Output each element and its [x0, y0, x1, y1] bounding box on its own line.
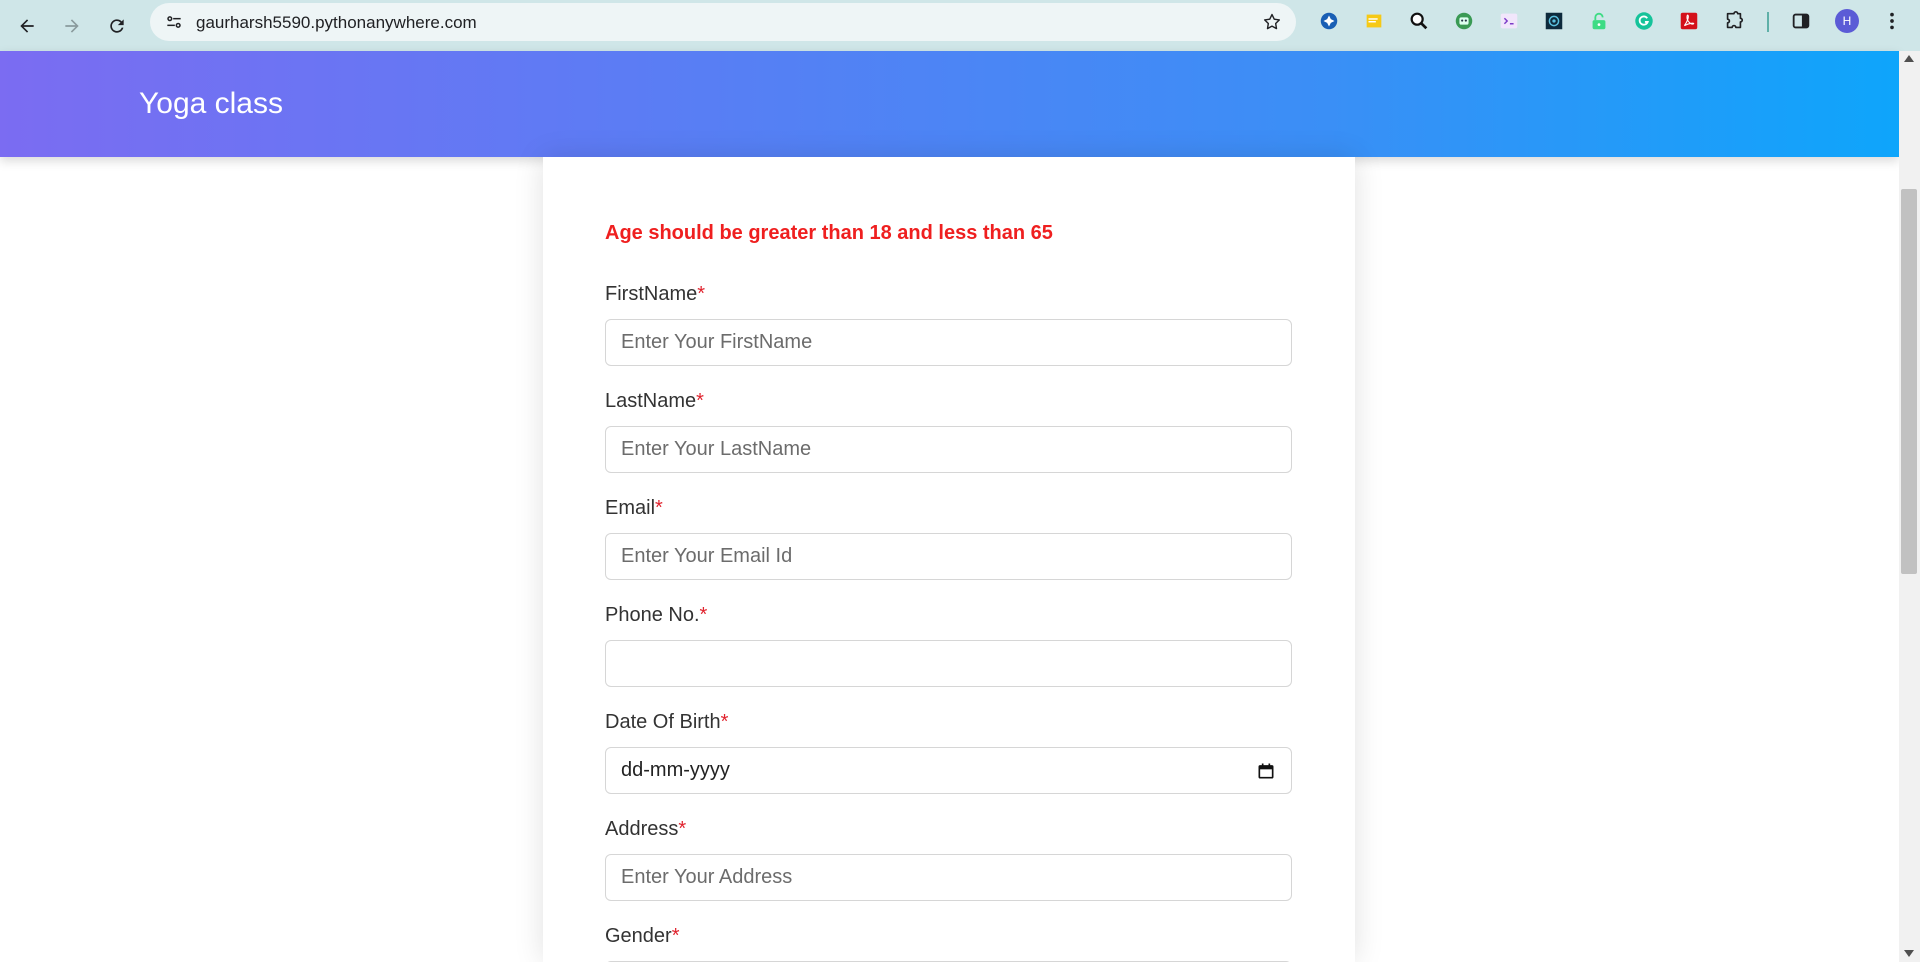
lock-icon[interactable]: [1587, 9, 1611, 33]
bookmark-star-icon[interactable]: [1262, 12, 1282, 32]
required-mark: *: [655, 497, 663, 519]
error-message: Age should be greater than 18 and less t…: [605, 222, 1053, 244]
phone-label-text: Phone No.: [605, 604, 700, 626]
sketch-icon[interactable]: [1497, 9, 1521, 33]
registration-form-card: Age should be greater than 18 and less t…: [543, 157, 1355, 962]
sticky-note-icon[interactable]: [1362, 9, 1386, 33]
address-bar[interactable]: gaurharsh5590.pythonanywhere.com: [150, 3, 1296, 41]
dob-value: dd-mm-yyyy: [621, 759, 730, 781]
reload-icon: [110, 19, 124, 33]
browser-toolbar: gaurharsh5590.pythonanywhere.com H: [0, 0, 1920, 51]
required-mark: *: [696, 390, 704, 412]
scanner-icon[interactable]: [1542, 9, 1566, 33]
menu-dots-icon[interactable]: [1880, 9, 1904, 33]
robot-icon[interactable]: [1452, 9, 1476, 33]
gender-label: Gender*: [605, 925, 680, 948]
firstname-label: FirstName*: [605, 283, 705, 306]
site-info-icon[interactable]: [162, 10, 186, 34]
address-input[interactable]: [605, 854, 1292, 901]
firstname-label-text: FirstName: [605, 283, 698, 305]
required-mark: *: [678, 818, 687, 840]
calendar-icon[interactable]: [1256, 761, 1276, 781]
lastname-label: LastName*: [605, 390, 704, 413]
back-button[interactable]: [9, 8, 45, 44]
email-label-text: Email: [605, 497, 656, 519]
email-input[interactable]: [605, 533, 1292, 580]
required-mark: *: [720, 711, 729, 733]
required-mark: *: [697, 283, 706, 305]
lastname-input[interactable]: [605, 426, 1292, 473]
firstname-input[interactable]: [605, 319, 1292, 366]
dob-input[interactable]: dd-mm-yyyy: [605, 747, 1292, 794]
toolbar-separator: [1767, 12, 1769, 32]
dob-label: Date Of Birth*: [605, 711, 728, 734]
extension-icon-1[interactable]: [1317, 9, 1341, 33]
magnifier-icon[interactable]: [1407, 9, 1431, 33]
site-header: Yoga class: [0, 51, 1899, 157]
required-mark: *: [699, 604, 708, 626]
dob-label-text: Date Of Birth: [605, 711, 721, 733]
scroll-up-arrow-icon[interactable]: [1904, 55, 1914, 62]
phone-label: Phone No.*: [605, 604, 707, 627]
reload-button[interactable]: [99, 8, 135, 44]
lastname-label-text: LastName: [605, 390, 697, 412]
required-mark: *: [671, 925, 680, 947]
site-title[interactable]: Yoga class: [139, 87, 283, 121]
forward-arrow-icon: [65, 19, 79, 33]
back-arrow-icon: [20, 19, 34, 33]
email-label: Email*: [605, 497, 663, 520]
page-scrollbar[interactable]: [1899, 51, 1920, 962]
grammarly-icon[interactable]: [1632, 9, 1656, 33]
puzzle-icon[interactable]: [1722, 9, 1746, 33]
profile-avatar[interactable]: H: [1835, 9, 1859, 33]
phone-input[interactable]: [605, 640, 1292, 687]
gender-label-text: Gender: [605, 925, 672, 947]
pdf-icon[interactable]: [1677, 9, 1701, 33]
address-label-text: Address: [605, 818, 679, 840]
scroll-thumb[interactable]: [1901, 189, 1917, 574]
url-text[interactable]: gaurharsh5590.pythonanywhere.com: [196, 13, 477, 33]
address-label: Address*: [605, 818, 686, 841]
forward-button[interactable]: [54, 8, 90, 44]
scroll-down-arrow-icon[interactable]: [1904, 950, 1914, 957]
side-panel-icon[interactable]: [1789, 9, 1813, 33]
